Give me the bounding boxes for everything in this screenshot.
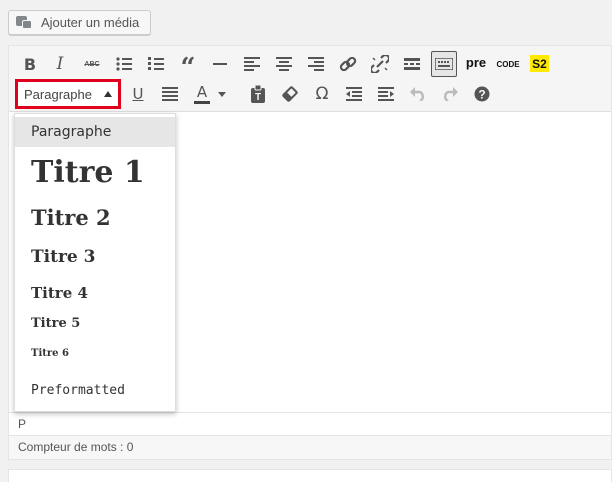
help-icon: ? xyxy=(474,86,490,102)
justify-icon xyxy=(162,87,178,101)
justify-button[interactable] xyxy=(157,81,183,107)
toolbar-toggle-button[interactable] xyxy=(431,51,457,77)
outdent-icon xyxy=(346,87,362,101)
format-option-titre-4[interactable]: Titre 4 xyxy=(15,279,175,307)
blockquote-button[interactable]: “ xyxy=(175,51,201,81)
text-color-swatch xyxy=(194,100,210,104)
undo-button[interactable] xyxy=(405,81,431,107)
indent-button[interactable] xyxy=(373,81,399,107)
undo-icon xyxy=(410,87,424,101)
insert-link-button[interactable] xyxy=(335,51,361,77)
numbered-list-icon xyxy=(148,57,164,70)
format-option-titre-1[interactable]: Titre 1 xyxy=(15,151,175,195)
special-character-button[interactable]: Ω xyxy=(309,81,335,107)
redo-icon xyxy=(444,87,458,101)
status-bar: Compteur de mots : 0 xyxy=(9,435,611,459)
text-color-dropdown-button[interactable] xyxy=(215,81,229,107)
numbered-list-button[interactable] xyxy=(143,51,169,77)
read-more-icon xyxy=(404,58,420,70)
format-dropdown: Paragraphe Titre 1 Titre 2 Titre 3 Titre… xyxy=(14,113,176,412)
add-media-label: Ajouter un média xyxy=(41,15,140,30)
media-icon xyxy=(16,15,34,31)
format-option-titre-2[interactable]: Titre 2 xyxy=(15,200,175,236)
text-color-label: A xyxy=(196,82,208,101)
caret-down-icon xyxy=(218,91,226,97)
word-count: Compteur de mots : 0 xyxy=(18,440,134,454)
pre-button[interactable]: pre xyxy=(463,49,489,75)
redo-button[interactable] xyxy=(437,81,463,107)
s2-button[interactable]: S2 xyxy=(530,55,549,72)
editor: B I ABC “ pre CODE S2 Paragraphe U A T Ω… xyxy=(8,45,612,460)
bullet-list-icon xyxy=(116,57,132,71)
paste-as-text-button[interactable]: T xyxy=(245,81,271,107)
add-media-button[interactable]: Ajouter un média xyxy=(8,10,151,35)
remove-link-button[interactable] xyxy=(367,51,393,77)
editor-toolbar: B I ABC “ pre CODE S2 Paragraphe U A T Ω… xyxy=(9,46,611,112)
next-panel xyxy=(8,469,612,482)
link-icon xyxy=(339,56,357,72)
format-option-preformatted[interactable]: Preformatted xyxy=(15,378,175,404)
caret-up-icon xyxy=(104,91,112,97)
element-path: P xyxy=(9,412,611,435)
text-color-button[interactable]: A xyxy=(189,81,215,107)
underline-button[interactable]: U xyxy=(125,81,151,107)
italic-button[interactable]: I xyxy=(47,51,73,77)
align-center-button[interactable] xyxy=(271,51,297,77)
horizontal-rule-button[interactable] xyxy=(207,51,233,77)
unlink-icon xyxy=(371,55,389,73)
read-more-button[interactable] xyxy=(399,51,425,77)
svg-text:?: ? xyxy=(478,88,485,102)
element-path-p[interactable]: P xyxy=(18,417,26,431)
format-option-titre-5[interactable]: Titre 5 xyxy=(15,312,175,336)
align-right-button[interactable] xyxy=(303,51,329,77)
format-option-titre-6[interactable]: Titre 6 xyxy=(15,344,175,364)
strikethrough-button[interactable]: ABC xyxy=(79,51,105,77)
eraser-icon xyxy=(282,86,298,102)
outdent-button[interactable] xyxy=(341,81,367,107)
help-button[interactable]: ? xyxy=(469,81,495,107)
svg-text:T: T xyxy=(255,92,261,103)
indent-icon xyxy=(378,87,394,101)
align-right-icon xyxy=(308,57,324,71)
format-select[interactable]: Paragraphe xyxy=(15,79,121,109)
format-option-titre-3[interactable]: Titre 3 xyxy=(15,242,175,272)
horizontal-rule-icon xyxy=(213,63,227,65)
align-left-icon xyxy=(244,57,260,71)
code-button[interactable]: CODE xyxy=(495,51,521,77)
keyboard-icon xyxy=(435,58,453,70)
format-select-value: Paragraphe xyxy=(24,86,92,102)
align-center-icon xyxy=(276,57,292,71)
align-left-button[interactable] xyxy=(239,51,265,77)
bold-button[interactable]: B xyxy=(17,51,43,77)
clipboard-icon: T xyxy=(251,85,265,103)
media-row: Ajouter un média xyxy=(0,0,612,44)
bullet-list-button[interactable] xyxy=(111,51,137,77)
clear-formatting-button[interactable] xyxy=(277,81,303,107)
format-option-paragraphe[interactable]: Paragraphe xyxy=(15,117,175,147)
